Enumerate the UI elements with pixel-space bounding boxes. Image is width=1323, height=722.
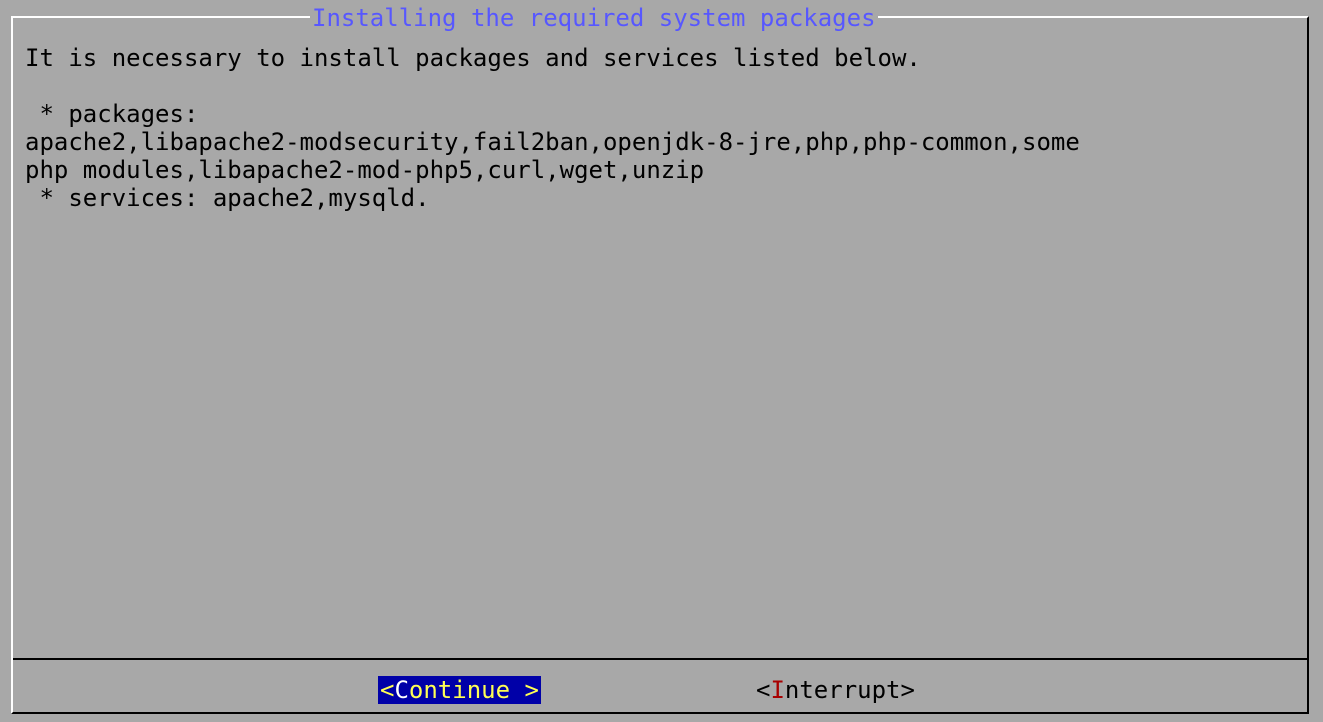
interrupt-button[interactable]: <Interrupt>	[756, 676, 915, 704]
continue-button[interactable]: <Continue >	[378, 676, 541, 704]
interrupt-open-bracket: <	[756, 676, 771, 704]
dialog-message: It is necessary to install packages and …	[25, 44, 1080, 212]
interrupt-label: nterrupt>	[784, 676, 915, 704]
install-dialog: Installing the required system packages …	[11, 4, 1309, 714]
dialog-title: Installing the required system packages	[310, 4, 878, 32]
message-line-1: It is necessary to install packages and …	[25, 44, 921, 72]
message-line-3: * packages:	[25, 100, 199, 128]
message-line-4: apache2,libapache2-modsecurity,fail2ban,…	[25, 128, 1080, 156]
message-line-5: php modules,libapache2-mod-php5,curl,wge…	[25, 156, 705, 184]
interrupt-hotkey: I	[770, 676, 785, 704]
continue-open-bracket: <	[380, 676, 395, 704]
message-line-6: * services: apache2,mysqld.	[25, 184, 430, 212]
continue-hotkey: C	[394, 676, 409, 704]
button-divider	[13, 658, 1307, 660]
continue-label: ontinue >	[408, 676, 539, 704]
